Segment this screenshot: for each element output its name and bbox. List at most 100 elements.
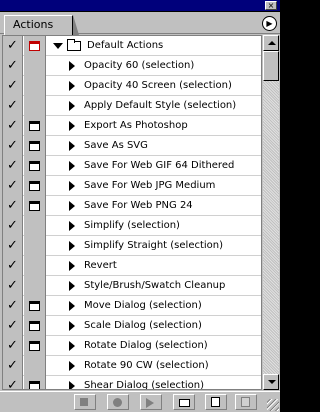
toggle-dialog-cell[interactable]	[24, 276, 46, 296]
stop-button[interactable]	[74, 394, 96, 410]
action-row[interactable]: ✓ Save As SVG	[3, 136, 261, 156]
play-icon	[146, 398, 154, 408]
action-row[interactable]: ✓ Scale Dialog (selection)	[3, 316, 261, 336]
toggle-dialog-cell[interactable]	[24, 56, 46, 76]
toggle-item-cell[interactable]: ✓	[3, 76, 23, 96]
new-action-icon	[211, 397, 220, 407]
record-button[interactable]	[107, 394, 129, 410]
toggle-item-cell[interactable]: ✓	[3, 316, 23, 336]
toggle-item-cell[interactable]: ✓	[3, 176, 23, 196]
action-label: Style/Brush/Swatch Cleanup	[84, 280, 226, 291]
expand-triangle-icon[interactable]	[69, 321, 75, 331]
action-row[interactable]: ✓ Save For Web GIF 64 Dithered	[3, 156, 261, 176]
action-row[interactable]: ✓ Move Dialog (selection)	[3, 296, 261, 316]
scroll-thumb[interactable]	[263, 51, 279, 81]
check-icon: ✓	[7, 138, 18, 153]
action-label: Save For Web PNG 24	[84, 200, 193, 211]
toggle-dialog-cell[interactable]	[24, 356, 46, 376]
action-label: Simplify (selection)	[84, 220, 180, 231]
toggle-item-cell[interactable]: ✓	[3, 216, 23, 236]
toggle-item-cell[interactable]: ✓	[3, 356, 23, 376]
toggle-item-cell[interactable]: ✓	[3, 136, 23, 156]
toggle-item-cell[interactable]: ✓	[3, 116, 23, 136]
toggle-dialog-cell[interactable]	[24, 96, 46, 116]
action-row[interactable]: ✓ Style/Brush/Swatch Cleanup	[3, 276, 261, 296]
vertical-scrollbar[interactable]	[263, 35, 279, 390]
toggle-item-cell[interactable]: ✓	[3, 56, 23, 76]
palette-title-bar[interactable]: ×	[0, 0, 280, 12]
expand-triangle-icon[interactable]	[69, 281, 75, 291]
toggle-dialog-cell[interactable]	[24, 156, 46, 176]
action-row[interactable]: ✓ Save For Web JPG Medium	[3, 176, 261, 196]
expand-triangle-icon[interactable]	[69, 301, 75, 311]
toggle-item-cell[interactable]: ✓	[3, 236, 23, 256]
action-row[interactable]: ✓ Apply Default Style (selection)	[3, 96, 261, 116]
toggle-item-cell[interactable]: ✓	[3, 196, 23, 216]
action-row[interactable]: ✓ Simplify (selection)	[3, 216, 261, 236]
action-list[interactable]: ✓ Default Actions ✓ Opacity 60 (selection…	[2, 35, 262, 390]
action-row[interactable]: ✓ Rotate 90 CW (selection)	[3, 356, 261, 376]
new-set-button[interactable]	[173, 394, 195, 410]
expand-triangle-icon[interactable]	[69, 161, 75, 171]
expand-triangle-icon[interactable]	[69, 181, 75, 191]
toggle-item-cell[interactable]: ✓	[3, 36, 23, 56]
action-row[interactable]: ✓ Export As Photoshop	[3, 116, 261, 136]
expand-triangle-icon[interactable]	[69, 221, 75, 231]
toggle-item-cell[interactable]: ✓	[3, 96, 23, 116]
expand-triangle-icon[interactable]	[69, 381, 75, 389]
expand-triangle-icon[interactable]	[69, 81, 75, 91]
toggle-dialog-cell[interactable]	[24, 376, 46, 389]
toggle-dialog-cell[interactable]	[24, 236, 46, 256]
toggle-item-cell[interactable]: ✓	[3, 156, 23, 176]
scroll-up-button[interactable]	[263, 35, 279, 51]
toggle-dialog-cell[interactable]	[24, 256, 46, 276]
dialog-toggle-icon	[29, 41, 40, 51]
action-row[interactable]: ✓ Rotate Dialog (selection)	[3, 336, 261, 356]
toggle-dialog-cell[interactable]	[24, 316, 46, 336]
delete-button[interactable]	[235, 394, 257, 410]
action-row[interactable]: ✓ Shear Dialog (selection)	[3, 376, 261, 389]
toggle-dialog-cell[interactable]	[24, 216, 46, 236]
expand-triangle-icon[interactable]	[69, 61, 75, 71]
toggle-item-cell[interactable]: ✓	[3, 376, 23, 389]
play-button[interactable]	[140, 394, 162, 410]
toggle-item-cell[interactable]: ✓	[3, 276, 23, 296]
action-row[interactable]: ✓ Save For Web PNG 24	[3, 196, 261, 216]
expand-triangle-icon[interactable]	[69, 141, 75, 151]
toggle-dialog-cell[interactable]	[24, 176, 46, 196]
toggle-dialog-cell[interactable]	[24, 296, 46, 316]
toggle-item-cell[interactable]: ✓	[3, 296, 23, 316]
toggle-item-cell[interactable]: ✓	[3, 336, 23, 356]
action-row[interactable]: ✓ Simplify Straight (selection)	[3, 236, 261, 256]
check-icon: ✓	[7, 238, 18, 253]
toggle-item-cell[interactable]: ✓	[3, 256, 23, 276]
dialog-toggle-icon	[29, 381, 40, 389]
palette-menu-icon[interactable]: ▶	[262, 16, 277, 31]
action-row[interactable]: ✓ Revert	[3, 256, 261, 276]
dialog-toggle-icon	[29, 341, 40, 351]
toggle-dialog-cell[interactable]	[24, 76, 46, 96]
expand-triangle-icon[interactable]	[53, 43, 63, 49]
tab-actions[interactable]: Actions	[4, 15, 79, 35]
expand-triangle-icon[interactable]	[69, 101, 75, 111]
action-row[interactable]: ✓ Opacity 40 Screen (selection)	[3, 76, 261, 96]
action-set-row[interactable]: ✓ Default Actions	[3, 36, 261, 56]
scroll-track[interactable]	[263, 51, 279, 374]
dialog-toggle-icon	[29, 161, 40, 171]
expand-triangle-icon[interactable]	[69, 261, 75, 271]
toggle-dialog-cell[interactable]	[24, 196, 46, 216]
new-action-button[interactable]	[205, 394, 227, 410]
expand-triangle-icon[interactable]	[69, 201, 75, 211]
expand-triangle-icon[interactable]	[69, 241, 75, 251]
toggle-dialog-cell[interactable]	[24, 336, 46, 356]
expand-triangle-icon[interactable]	[69, 341, 75, 351]
toggle-dialog-cell[interactable]	[24, 36, 46, 56]
scroll-down-button[interactable]	[263, 374, 279, 390]
close-icon[interactable]: ×	[265, 1, 277, 10]
expand-triangle-icon[interactable]	[69, 361, 75, 371]
toggle-dialog-cell[interactable]	[24, 116, 46, 136]
resize-grip[interactable]	[267, 399, 279, 411]
expand-triangle-icon[interactable]	[69, 121, 75, 131]
toggle-dialog-cell[interactable]	[24, 136, 46, 156]
action-row[interactable]: ✓ Opacity 60 (selection)	[3, 56, 261, 76]
